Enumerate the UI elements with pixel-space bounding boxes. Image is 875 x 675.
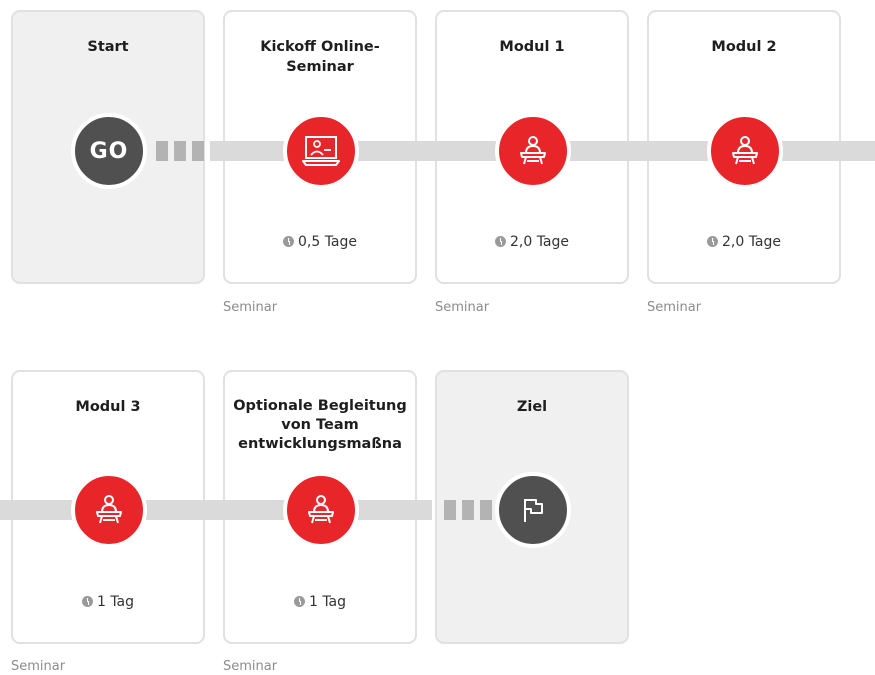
clock-icon <box>293 596 305 607</box>
person-desk-icon[interactable] <box>707 113 783 189</box>
category-label: Seminar <box>223 300 278 315</box>
track-dash <box>174 141 186 161</box>
card-title: Ziel <box>516 399 548 415</box>
card-title: Modul 3 <box>75 399 141 415</box>
laptop-person-icon[interactable] <box>283 113 359 189</box>
person-desk-icon <box>308 495 334 524</box>
person-desk-icon <box>520 136 546 165</box>
duration-value: 1 Tag <box>308 594 347 610</box>
person-desk-icon[interactable] <box>495 113 571 189</box>
person-desk-icon[interactable] <box>283 472 359 548</box>
track-dash <box>480 500 492 520</box>
go-start-node[interactable]: GO <box>71 113 147 189</box>
duration: 2,0 Tage <box>437 234 627 250</box>
card-title: Modul 1 <box>499 39 565 55</box>
clock-icon <box>81 596 93 607</box>
person-desk-icon <box>96 495 122 524</box>
flag-icon[interactable] <box>495 472 571 548</box>
category-label: Seminar <box>223 659 278 674</box>
track-dash <box>192 141 204 161</box>
flag-icon <box>524 499 543 522</box>
duration: 0,5 Tage <box>225 234 415 250</box>
person-desk-icon <box>732 136 758 165</box>
clock-icon <box>494 236 506 247</box>
duration-value: 1 Tag <box>96 594 135 610</box>
duration-value: 2,0 Tage <box>509 234 570 250</box>
person-desk-icon[interactable] <box>71 472 147 548</box>
category-label: Seminar <box>647 300 702 315</box>
track-dash <box>156 141 168 161</box>
category-label: Seminar <box>11 659 66 674</box>
card-title: Kickoff Online-Seminar <box>260 39 380 75</box>
card-title: Optionale Begleitung von Team entwicklun… <box>233 398 407 452</box>
card-title: Modul 2 <box>711 39 777 55</box>
duration-value: 2,0 Tage <box>721 234 782 250</box>
duration: 1 Tag <box>225 594 415 610</box>
card-title: Start <box>87 39 129 55</box>
duration: 2,0 Tage <box>649 234 839 250</box>
go-label: GO <box>89 138 129 164</box>
duration-value: 0,5 Tage <box>297 234 358 250</box>
laptop-person-icon <box>302 136 340 166</box>
duration: 1 Tag <box>13 594 203 610</box>
track-dash <box>462 500 474 520</box>
track-dash <box>444 500 456 520</box>
clock-icon <box>282 236 294 247</box>
clock-icon <box>706 236 718 247</box>
category-label: Seminar <box>435 300 490 315</box>
track-bar <box>0 500 432 520</box>
